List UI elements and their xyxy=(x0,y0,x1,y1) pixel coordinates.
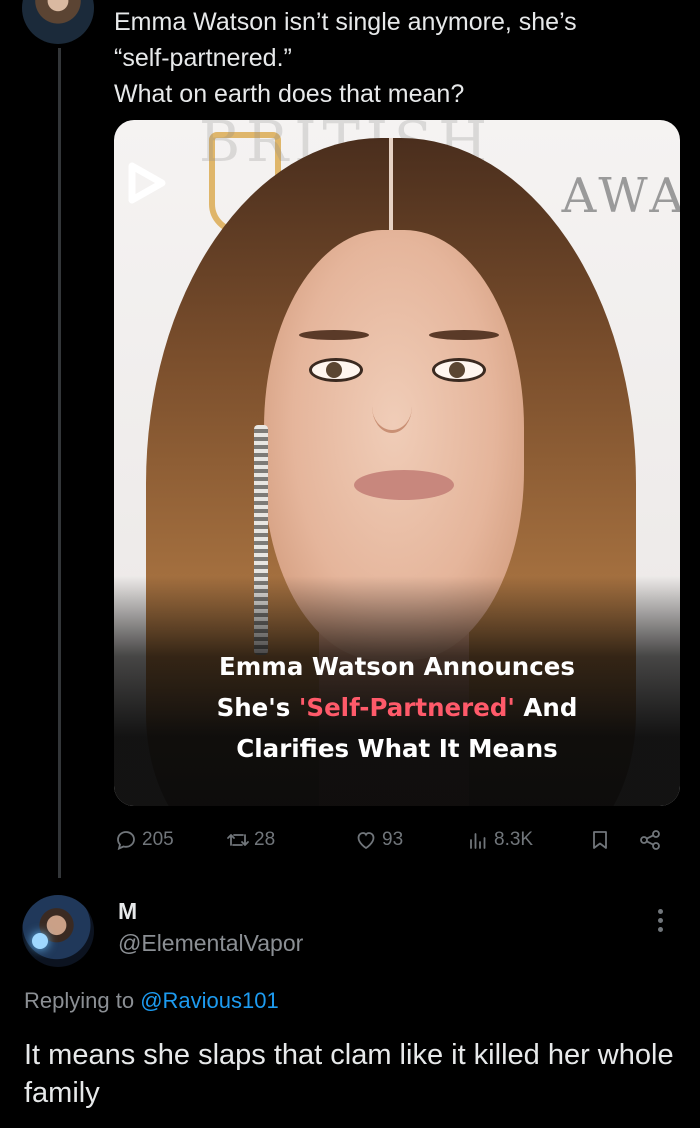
replying-to-label: Replying to xyxy=(24,988,141,1013)
headline-text: She's xyxy=(216,693,299,722)
share-icon xyxy=(640,830,660,850)
tweet-text-line: What on earth does that mean? xyxy=(114,80,465,108)
tweet-media-image[interactable]: BRITISH AWA Emma Watson Announces She's … xyxy=(114,120,680,806)
media-headline: Emma Watson Announces She's 'Self-Partne… xyxy=(114,646,680,769)
replying-to: Replying to @Ravious101 xyxy=(24,988,279,1014)
avatar-glow xyxy=(32,933,48,949)
reply-text: It means she slaps that clam like it kil… xyxy=(24,1039,674,1109)
headline-highlight: 'Self-Partnered' xyxy=(298,693,515,722)
background-banner-partial: AWA xyxy=(561,168,680,224)
views-chart-icon xyxy=(470,833,486,849)
tweet-text-line: “self-partnered.” xyxy=(114,44,292,72)
reply-handle[interactable]: @ElementalVapor xyxy=(118,930,303,957)
author-avatar[interactable] xyxy=(22,0,94,44)
replying-to-mention[interactable]: @Ravious101 xyxy=(140,988,279,1013)
photo-nose xyxy=(372,380,412,433)
photo-brow-right xyxy=(429,330,499,340)
thread-connector-line xyxy=(58,48,61,878)
tweet-text-line: Emma Watson isn’t single anymore, she’s xyxy=(114,8,577,36)
views-button[interactable]: 8.3K xyxy=(466,820,533,860)
headline-line: Emma Watson Announces xyxy=(219,652,575,681)
share-button[interactable] xyxy=(638,820,666,860)
tweet-action-bar: 205 28 93 8.3K xyxy=(114,820,674,860)
reply-button[interactable]: 205 xyxy=(114,820,174,860)
tweet-text: Emma Watson isn’t single anymore, she’s … xyxy=(114,4,674,112)
photo-brow-left xyxy=(299,330,369,340)
reply-author-avatar[interactable] xyxy=(22,895,94,967)
photo-lips xyxy=(354,470,454,500)
headline-line: She's 'Self-Partnered' And xyxy=(114,687,680,728)
bookmark-button[interactable] xyxy=(588,820,616,860)
photo-eye-left xyxy=(309,358,363,382)
repost-count: 28 xyxy=(254,829,276,850)
more-options-icon[interactable] xyxy=(652,905,668,945)
heart-icon xyxy=(357,832,375,850)
headline-text: And xyxy=(514,693,578,722)
play-logo-icon xyxy=(128,162,166,204)
headline-line: Clarifies What It Means xyxy=(236,734,558,763)
reply-icon xyxy=(117,831,135,851)
view-count: 8.3K xyxy=(494,829,534,850)
like-button[interactable]: 93 xyxy=(354,820,403,860)
reply-count: 205 xyxy=(142,829,174,850)
bookmark-icon xyxy=(593,831,607,849)
repost-icon xyxy=(227,834,249,846)
photo-eye-right xyxy=(432,358,486,382)
like-count: 93 xyxy=(382,829,404,850)
reply-display-name[interactable]: M xyxy=(118,898,137,925)
repost-button[interactable]: 28 xyxy=(226,820,275,860)
